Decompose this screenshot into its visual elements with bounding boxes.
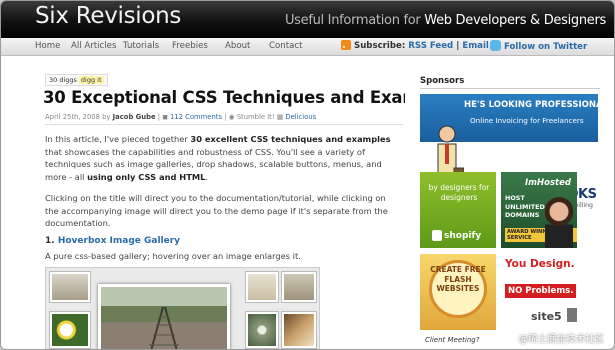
nav-freebies[interactable]: Freebies	[172, 41, 208, 51]
railway-tracks-icon	[149, 306, 179, 349]
nav-home[interactable]: Home	[35, 41, 60, 51]
post-date: April 25th, 2008	[45, 113, 100, 121]
gallery-thumb[interactable]	[246, 272, 278, 302]
imhosted-logo: ImHosted	[525, 178, 571, 188]
intro-bold-b: using only CSS and HTML	[87, 171, 206, 182]
twitter-icon[interactable]	[490, 40, 501, 51]
post-title[interactable]: 30 Exceptional CSS Techniques and Exampl…	[43, 88, 457, 107]
follow-twitter[interactable]: Follow on Twitter	[490, 40, 587, 52]
site5-server-icon	[567, 308, 577, 322]
site-tagline: Useful Information for Web Developers & …	[285, 13, 606, 28]
subscribe-bar: Subscribe: RSS Feed | Email	[341, 40, 489, 51]
article: 30 diggs digg it 30 Exceptional CSS Techn…	[28, 56, 457, 349]
subscribe-label: Subscribe:	[354, 41, 406, 51]
follow-twitter-label[interactable]: Follow on Twitter	[504, 42, 587, 52]
item-heading: 1. Hoverbox Image Gallery	[45, 236, 180, 246]
item-title-link[interactable]: Hoverbox Image Gallery	[58, 236, 180, 246]
sponsors-heading: Sponsors	[420, 76, 465, 86]
nav-about[interactable]: About	[225, 41, 250, 51]
left-gutter	[1, 56, 28, 349]
comments-icon: | ◼	[157, 113, 171, 121]
delicious-link[interactable]: Delicious	[285, 113, 316, 121]
gallery-enlarged-image[interactable]	[98, 284, 230, 349]
subscribe-separator: |	[456, 41, 460, 51]
shopify-headline: by designers for designers	[428, 183, 490, 202]
hoverbox-gallery-image[interactable]	[45, 267, 320, 349]
digg-count: 30 diggs	[49, 76, 77, 84]
post-author[interactable]: Jacob Gube	[113, 113, 156, 121]
shopify-ad[interactable]: by designers for designers shopify	[420, 172, 496, 248]
flash-websites-ad[interactable]: CREATE FREE FLASH WEBSITES	[420, 254, 496, 330]
site5-subline: NO Problems.	[505, 284, 577, 298]
main-nav: Home All Articles Tutorials Freebies Abo…	[1, 38, 614, 56]
rss-icon[interactable]	[341, 40, 351, 50]
site5-logo: site5	[531, 310, 562, 323]
freshbooks-headline: HE'S LOOKING PROFESSIONAL	[464, 100, 598, 110]
watermark: @稀土掘金技术社区	[507, 331, 604, 345]
email-link[interactable]: Email	[462, 41, 489, 51]
rss-feed-link[interactable]: RSS Feed	[408, 41, 453, 51]
imhosted-headline: HOST UNLIMITED DOMAINS	[505, 194, 545, 219]
comments-link[interactable]: 112 Comments	[170, 113, 222, 121]
site5-ad[interactable]: You Design. We Host. NO Problems. site5	[501, 254, 577, 330]
intro-text-a: In this article, I've pieced together	[45, 134, 191, 144]
shopify-bag-icon	[432, 230, 442, 241]
site-title[interactable]: Six Revisions	[35, 3, 181, 29]
nav-contact[interactable]: Contact	[269, 41, 302, 51]
flash-headline: CREATE FREE FLASH WEBSITES	[430, 265, 486, 293]
stumble-link[interactable]: Stumble It!	[237, 113, 275, 121]
imhosted-ad[interactable]: ImHosted HOST UNLIMITED DOMAINS AWARD WI…	[501, 172, 577, 248]
instructions-paragraph: Clicking on the title will direct you to…	[45, 193, 388, 228]
gallery-thumb[interactable]	[50, 312, 90, 348]
item-number: 1.	[45, 236, 55, 246]
intro-text-c: .	[205, 171, 209, 182]
gallery-thumb[interactable]	[246, 312, 278, 348]
shopify-logo: shopify	[444, 231, 482, 241]
site-header: Six Revisions Useful Information for Web…	[1, 1, 614, 38]
intro-paragraph: In this article, I've pieced together 30…	[45, 133, 400, 183]
item-description: A pure css-based gallery; hovering over …	[45, 251, 301, 261]
digg-badge[interactable]: 30 diggs digg it	[45, 74, 108, 86]
sponsors-divider	[420, 88, 600, 89]
meta-divider	[45, 124, 403, 125]
post-by: by	[102, 113, 111, 121]
gallery-thumb[interactable]	[282, 312, 316, 348]
tagline-highlight: Web Developers & Designers	[424, 13, 606, 28]
client-meeting-ad-text[interactable]: Client Meeting?	[425, 336, 485, 344]
intro-bold-a: 30 excellent CSS techniques and examples	[190, 134, 391, 144]
watermark-text: @稀土掘金技术社区	[518, 334, 604, 345]
woman-photo	[545, 196, 573, 248]
post-meta: April 25th, 2008 by Jacob Gube | ◼ 112 C…	[45, 113, 316, 121]
tagline-prefix: Useful Information for	[284, 13, 425, 28]
browser-viewport: Six Revisions Useful Information for Web…	[0, 0, 615, 350]
sidebar: Sponsors HE'S LOOKING PROFESSIONAL Onlin…	[405, 56, 614, 349]
nav-tutorials[interactable]: Tutorials	[123, 41, 159, 51]
freshbooks-subline: Online Invoicing for Freelancers	[470, 116, 584, 125]
nav-all-articles[interactable]: All Articles	[71, 41, 116, 51]
gallery-thumb[interactable]	[50, 272, 90, 302]
gallery-thumb[interactable]	[282, 272, 316, 302]
digg-it-button[interactable]: digg it	[78, 76, 104, 84]
stumble-icon: | ◉	[224, 113, 237, 121]
site5-headline: You Design. We Host.	[505, 258, 577, 270]
watermark-icon	[507, 334, 517, 343]
